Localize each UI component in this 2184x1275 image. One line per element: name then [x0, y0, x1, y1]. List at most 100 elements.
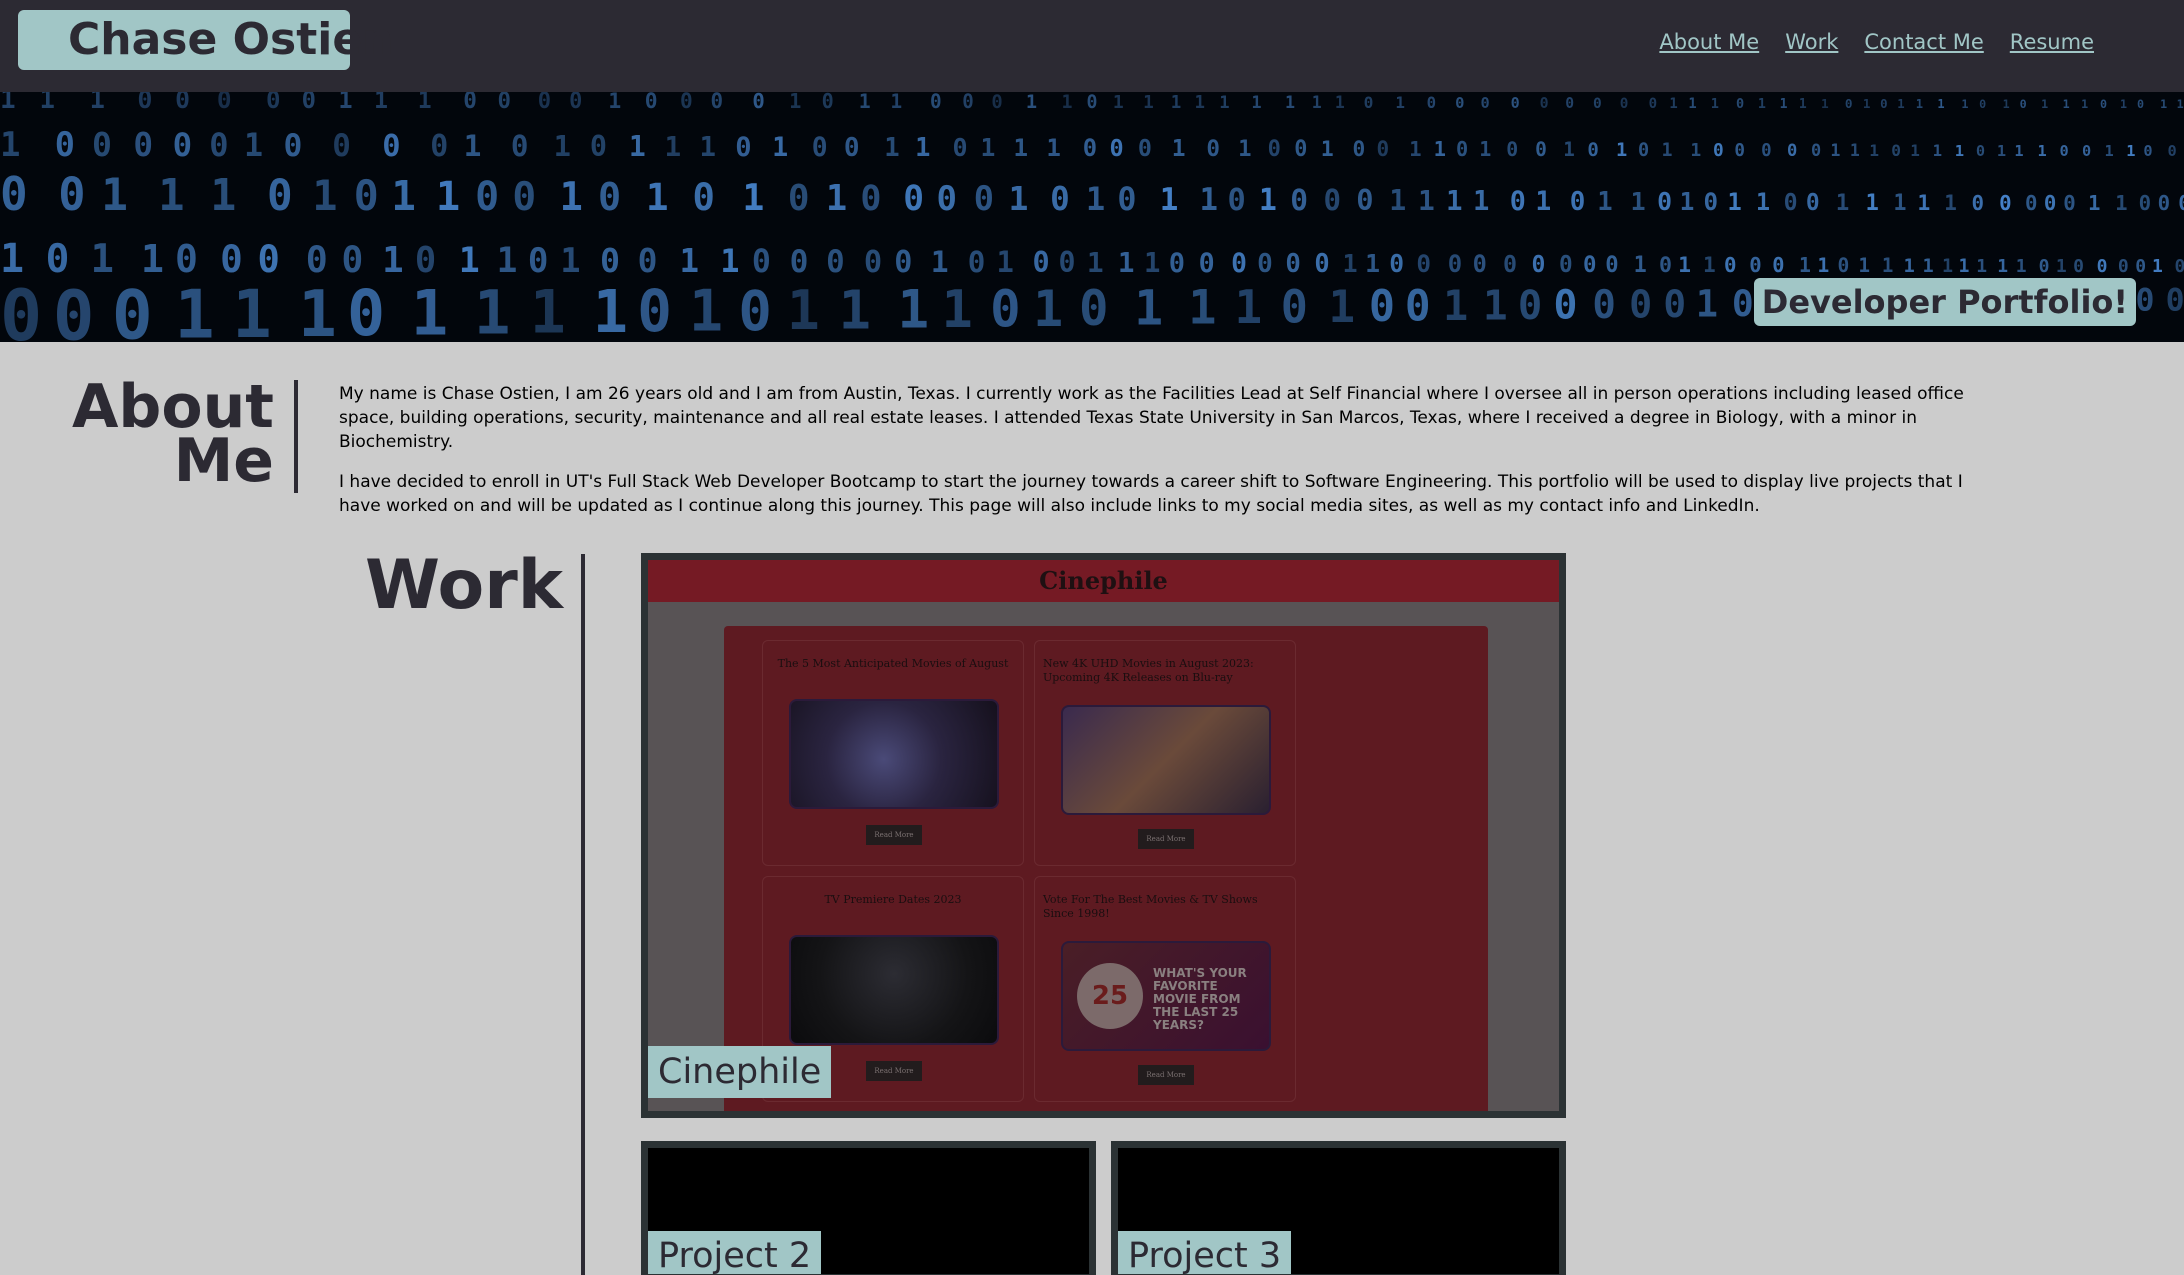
binary-digit: 0 [2174, 256, 2184, 277]
binary-digit: 1 [1869, 141, 1879, 160]
binary-digit: 1 [1944, 190, 1957, 215]
binary-digit: 0 [600, 241, 620, 280]
binary-digit: 0 [1880, 96, 1887, 111]
binary-digit: 0 [822, 92, 834, 113]
binary-digit: 0 [1891, 141, 1901, 160]
binary-digit: 1 [1756, 188, 1770, 216]
project-label[interactable]: Cinephile [648, 1046, 832, 1098]
binary-digit: 1 [1758, 97, 1766, 112]
binary-digit: 0 [1087, 92, 1098, 113]
binary-digit: 0 [2097, 256, 2108, 277]
binary-digit: 0 [2073, 256, 2084, 277]
binary-digit: 0 [137, 92, 152, 114]
binary-digit: 0 [1772, 253, 1784, 277]
binary-digit: 0 [538, 92, 551, 114]
binary-digit: 1 [665, 130, 682, 163]
preview-site-title: Cinephile [648, 560, 1559, 602]
binary-digit: 0 [937, 179, 957, 219]
binary-digit: 0 [1703, 188, 1718, 216]
binary-digit: 1 [1113, 92, 1124, 113]
binary-digit: 1 [1897, 97, 1904, 111]
binary-digit: 0 [284, 128, 303, 164]
binary-digit: 1 [1321, 137, 1334, 162]
binary-digit: 1 [1780, 97, 1788, 112]
binary-digit: 0 [1110, 134, 1124, 162]
binary-digit: 0 [498, 92, 511, 114]
read-more-button: Read More [866, 1061, 922, 1081]
binary-digit: 1 [2038, 142, 2047, 160]
binary-digit: 0 [1976, 142, 1985, 160]
nav-link-work[interactable]: Work [1785, 30, 1838, 54]
binary-digit: 1 [1563, 138, 1575, 161]
binary-digit: 1 [90, 237, 113, 282]
preview-card-title: Vote For The Best Movies & TV Shows Sinc… [1043, 893, 1258, 920]
binary-digit: 0 [2020, 97, 2027, 111]
project-card-cinephile[interactable]: Cinephile The 5 Most Anticipated Movies … [641, 553, 1566, 1118]
binary-digit: 0 [1473, 250, 1487, 278]
binary-digit: 1 [382, 240, 404, 281]
binary-digit: 0 [638, 241, 658, 280]
binary-digit: 0 [1784, 189, 1798, 216]
binary-digit: 0 [962, 92, 974, 113]
binary-digit: 0 [1736, 96, 1744, 112]
binary-digit: 1 [1799, 253, 1811, 277]
nav-link-about-me[interactable]: About Me [1659, 30, 1759, 54]
binary-digit: 0 [1761, 141, 1771, 161]
binary-digit: 1 [1009, 179, 1029, 218]
binary-digit: 0 [1456, 137, 1468, 161]
project-card-3[interactable]: Project 3 [1111, 1141, 1566, 1275]
binary-digit: 0 [1369, 282, 1395, 332]
binary-digit: 0 [342, 238, 364, 281]
binary-digit: 0 [1518, 281, 1542, 329]
binary-digit: 1 [1409, 137, 1421, 161]
binary-digit: 0 [2158, 191, 2170, 215]
binary-digit: 1 [1434, 137, 1446, 161]
nav-link-resume[interactable]: Resume [2010, 30, 2094, 54]
binary-digit: 0 [752, 244, 771, 280]
binary-digit: 1 [1616, 140, 1627, 161]
binary-digit: 1 [1171, 93, 1182, 113]
binary-digit: 0 [475, 174, 499, 220]
binary-digit: 1 [742, 176, 764, 219]
project-label[interactable]: Project 3 [1118, 1231, 1292, 1274]
binary-digit: 1 [497, 241, 518, 281]
binary-digit: 1 [1342, 249, 1357, 278]
binary-digit: 1 [839, 278, 871, 341]
binary-digit: 1 [2081, 97, 2088, 111]
nav-link-contact-me[interactable]: Contact Me [1864, 30, 1983, 54]
binary-digit: 1 [1234, 280, 1262, 334]
binary-digit: 0 [1663, 282, 1686, 326]
preview-card-image [789, 699, 999, 809]
binary-digit: 0 [266, 92, 281, 114]
binary-digit: 0 [53, 276, 95, 342]
binary-digit: 1 [915, 132, 930, 162]
binary-digit: 0 [894, 245, 912, 280]
binary-digit: 1 [720, 242, 739, 280]
project-label[interactable]: Project 2 [648, 1231, 822, 1274]
binary-digit: 0 [2178, 191, 2184, 215]
binary-digit: 0 [903, 179, 924, 219]
binary-digit: 1 [1799, 97, 1807, 112]
binary-digit: 0 [2135, 283, 2154, 319]
binary-digit: 0 [1480, 94, 1489, 112]
binary-digit: 0 [1531, 252, 1545, 278]
preview-card-title: TV Premiere Dates 2023 [824, 893, 962, 906]
binary-digit: 0 [2143, 142, 2152, 160]
project-card-2[interactable]: Project 2 [641, 1141, 1096, 1275]
binary-digit: 0 [953, 133, 968, 162]
binary-digit: 0 [2137, 97, 2144, 111]
binary-digit: 1 [689, 279, 723, 342]
binary-digit: 0 [2167, 142, 2176, 160]
binary-digit: 1 [90, 92, 105, 114]
about-paragraph-1: My name is Chase Ostien, I am 26 years o… [339, 384, 1964, 452]
site-logo[interactable]: Chase Ostien [18, 10, 394, 70]
binary-digit: 1 [391, 172, 416, 220]
binary-digit: 1 [101, 169, 128, 221]
binary-digit: 0 [752, 92, 764, 113]
binary-digit: 0 [569, 92, 582, 114]
binary-digit: 0 [1377, 137, 1390, 161]
binary-digit: 1 [1817, 254, 1829, 277]
binary-digit: 0 [1455, 94, 1464, 112]
binary-digit: 0 [46, 236, 70, 282]
main-nav: About Me Work Contact Me Resume [1659, 30, 2094, 54]
